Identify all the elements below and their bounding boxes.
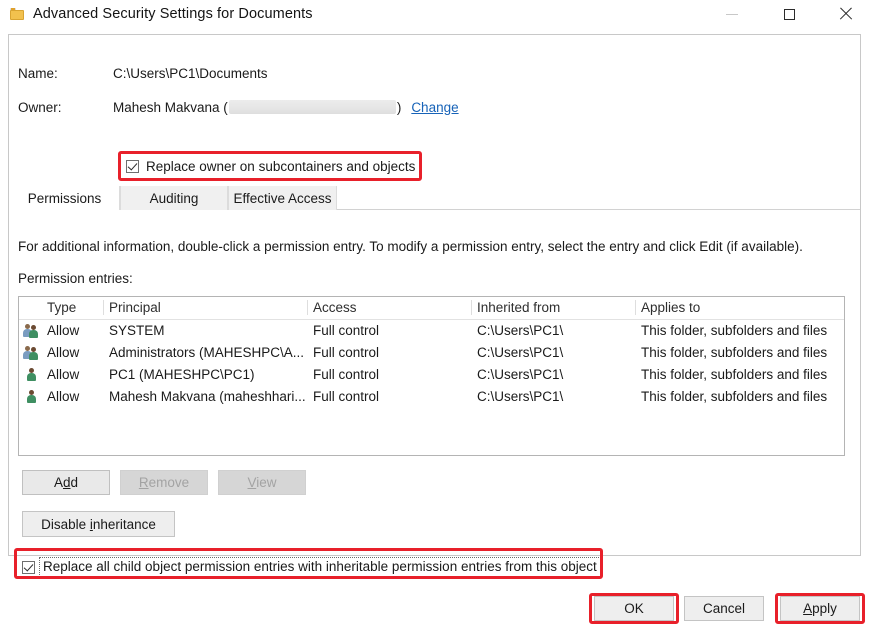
cell-principal: PC1 (MAHESHPC\PC1) xyxy=(109,367,321,382)
table-row[interactable]: Allow Mahesh Makvana (maheshhari... Full… xyxy=(19,386,844,408)
tab-auditing[interactable]: Auditing xyxy=(120,186,228,210)
disable-inheritance-button[interactable]: Disable inheritance xyxy=(22,511,175,537)
tab-strip: Permissions Auditing Effective Access xyxy=(9,186,860,210)
close-icon xyxy=(839,7,853,21)
user-icon xyxy=(23,389,41,405)
advanced-security-settings-dialog: Advanced Security Settings for Documents… xyxy=(0,0,869,600)
cell-type: Allow xyxy=(47,345,107,360)
cell-principal: Mahesh Makvana (maheshhari... xyxy=(109,389,321,404)
table-row[interactable]: Allow PC1 (MAHESHPC\PC1) Full control C:… xyxy=(19,364,844,386)
cell-applies-to: This folder, subfolders and files xyxy=(641,367,841,382)
tab-permissions-label: Permissions xyxy=(28,191,102,206)
name-label: Name: xyxy=(18,66,113,81)
cell-applies-to: This folder, subfolders and files xyxy=(641,389,841,404)
cell-applies-to: This folder, subfolders and files xyxy=(641,345,841,360)
permission-entries-label: Permission entries: xyxy=(18,271,133,286)
ok-button-label: OK xyxy=(624,601,644,616)
close-button[interactable] xyxy=(823,0,869,28)
view-button-label: View xyxy=(247,475,276,490)
name-value: C:\Users\PC1\Documents xyxy=(113,66,268,81)
info-text: For additional information, double-click… xyxy=(18,239,803,254)
title-bar: Advanced Security Settings for Documents xyxy=(0,0,869,28)
tab-effective-access-label: Effective Access xyxy=(233,191,331,206)
minimize-icon xyxy=(726,14,738,15)
cancel-button-label: Cancel xyxy=(703,601,745,616)
permission-entries-table[interactable]: Type Principal Access Inherited from App… xyxy=(18,296,845,456)
owner-value-suffix: ) xyxy=(397,100,402,115)
cell-type: Allow xyxy=(47,389,107,404)
table-header-row: Type Principal Access Inherited from App… xyxy=(19,297,844,320)
add-button-label: Add xyxy=(54,475,78,490)
remove-button-label: Remove xyxy=(139,475,189,490)
tab-permissions[interactable]: Permissions xyxy=(9,186,120,210)
cell-principal: Administrators (MAHESHPC\A... xyxy=(109,345,321,360)
cell-inherited-from: C:\Users\PC1\ xyxy=(477,389,637,404)
user-icon xyxy=(23,367,41,383)
cell-principal: SYSTEM xyxy=(109,323,321,338)
window-title: Advanced Security Settings for Documents xyxy=(33,6,313,22)
cell-inherited-from: C:\Users\PC1\ xyxy=(477,345,637,360)
tab-effective-access[interactable]: Effective Access xyxy=(228,186,337,210)
replace-owner-checkbox[interactable]: Replace owner on subcontainers and objec… xyxy=(126,159,415,174)
maximize-button[interactable] xyxy=(766,0,812,28)
cell-inherited-from: C:\Users\PC1\ xyxy=(477,367,637,382)
view-button[interactable]: View xyxy=(218,470,306,495)
cell-access: Full control xyxy=(313,323,473,338)
cell-type: Allow xyxy=(47,367,107,382)
checkbox-indicator[interactable] xyxy=(126,160,139,173)
group-icon xyxy=(23,345,41,361)
table-row[interactable]: Allow SYSTEM Full control C:\Users\PC1\ … xyxy=(19,320,844,342)
table-row[interactable]: Allow Administrators (MAHESHPC\A... Full… xyxy=(19,342,844,364)
minimize-button[interactable] xyxy=(709,0,755,28)
checkbox-indicator[interactable] xyxy=(22,561,35,574)
tab-auditing-label: Auditing xyxy=(150,191,199,206)
owner-row: Owner: Mahesh Makvana ( ) Change xyxy=(18,98,459,116)
add-button[interactable]: Add xyxy=(22,470,110,495)
cell-type: Allow xyxy=(47,323,107,338)
change-owner-link[interactable]: Change xyxy=(411,100,458,115)
column-header-inherited-from: Inherited from xyxy=(477,300,637,315)
cell-access: Full control xyxy=(313,389,473,404)
cell-access: Full control xyxy=(313,345,473,360)
owner-value-prefix: Mahesh Makvana ( xyxy=(113,100,228,115)
cell-applies-to: This folder, subfolders and files xyxy=(641,323,841,338)
replace-owner-label: Replace owner on subcontainers and objec… xyxy=(146,159,415,174)
cell-inherited-from: C:\Users\PC1\ xyxy=(477,323,637,338)
group-icon xyxy=(23,323,41,339)
disable-inheritance-label: Disable inheritance xyxy=(41,517,156,532)
column-header-access: Access xyxy=(313,300,473,315)
owner-redacted-block xyxy=(229,100,396,114)
owner-label: Owner: xyxy=(18,100,113,115)
dialog-body: Name: C:\Users\PC1\Documents Owner: Mahe… xyxy=(0,28,869,600)
replace-all-checkbox[interactable]: Replace all child object permission entr… xyxy=(22,557,601,577)
column-header-type: Type xyxy=(47,300,107,315)
maximize-icon xyxy=(784,9,795,20)
column-header-principal: Principal xyxy=(109,300,321,315)
remove-button[interactable]: Remove xyxy=(120,470,208,495)
column-header-applies-to: Applies to xyxy=(641,300,841,315)
cell-access: Full control xyxy=(313,367,473,382)
folder-icon xyxy=(10,8,24,20)
apply-button-label: Apply xyxy=(803,601,837,616)
name-row: Name: C:\Users\PC1\Documents xyxy=(18,64,268,82)
replace-all-label: Replace all child object permission entr… xyxy=(39,557,601,577)
